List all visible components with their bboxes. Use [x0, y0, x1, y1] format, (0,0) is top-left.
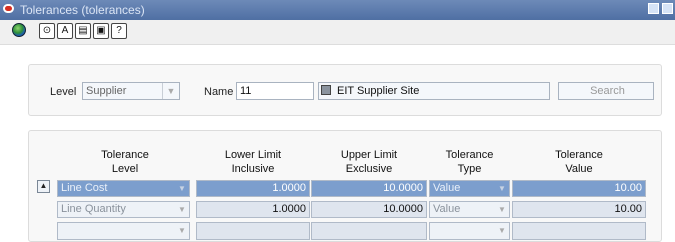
chevron-down-icon[interactable]: ▼: [496, 182, 508, 195]
clock-icon[interactable]: ⊙: [39, 23, 55, 39]
title-bar: Tolerances (tolerances): [0, 0, 675, 20]
chevron-down-icon[interactable]: ▼: [162, 83, 179, 99]
print-icon[interactable]: ▣: [93, 23, 109, 39]
header-tolerance-type: Tolerance Type: [445, 149, 494, 175]
binoculars-icon[interactable]: A: [57, 23, 73, 39]
chevron-down-icon[interactable]: ▼: [176, 182, 188, 195]
maximize-icon[interactable]: [662, 3, 673, 14]
oracle-logo-icon: [3, 4, 14, 13]
search-button[interactable]: Search: [558, 82, 654, 100]
value-cell[interactable]: 10.00: [512, 201, 646, 218]
name-input[interactable]: 11: [236, 82, 314, 100]
level-select[interactable]: Supplier ▼: [82, 82, 180, 100]
level-value: Supplier: [86, 85, 127, 97]
chevron-down-icon[interactable]: ▼: [496, 203, 508, 216]
chevron-down-icon[interactable]: ▼: [176, 224, 188, 237]
name-description: EIT Supplier Site: [318, 82, 550, 100]
folder-icon[interactable]: ▤: [75, 23, 91, 39]
lower-limit-cell[interactable]: 1.0000: [196, 180, 310, 197]
value-cell[interactable]: [512, 222, 646, 240]
header-upper-limit: Upper Limit Exclusive: [340, 149, 398, 175]
search-button-label: Search: [590, 85, 625, 97]
upper-limit-cell[interactable]: [311, 222, 427, 240]
list-of-values-icon[interactable]: [321, 85, 331, 95]
lower-limit-cell[interactable]: 1.0000: [196, 201, 310, 218]
header-tolerance-value: Tolerance Value: [555, 149, 603, 175]
level-cell[interactable]: Line Cost: [57, 180, 190, 197]
name-label: Name: [204, 86, 234, 98]
help-icon[interactable]: ?: [111, 23, 127, 39]
minimize-icon[interactable]: [648, 3, 659, 14]
scroll-up-icon[interactable]: ▲: [37, 180, 50, 193]
upper-limit-cell[interactable]: 10.0000: [311, 180, 427, 197]
window-title: Tolerances (tolerances): [20, 3, 145, 17]
lower-limit-cell[interactable]: [196, 222, 310, 240]
level-cell[interactable]: Line Quantity: [57, 201, 190, 218]
header-tolerance-level: Tolerance Level: [101, 149, 149, 175]
value-cell[interactable]: 10.00: [512, 180, 646, 197]
upper-limit-cell[interactable]: 10.0000: [311, 201, 427, 218]
toolbar: ⊙ A ▤ ▣ ?: [0, 20, 675, 45]
level-label: Level: [50, 86, 77, 98]
chevron-down-icon[interactable]: ▼: [496, 224, 508, 237]
chevron-down-icon[interactable]: ▼: [176, 203, 188, 216]
tolerances-window: Tolerances (tolerances) ⊙ A ▤ ▣ ? Level …: [0, 0, 675, 242]
header-lower-limit: Lower Limit Inclusive: [224, 149, 282, 175]
globe-icon[interactable]: [12, 23, 26, 37]
level-cell[interactable]: [57, 222, 190, 240]
